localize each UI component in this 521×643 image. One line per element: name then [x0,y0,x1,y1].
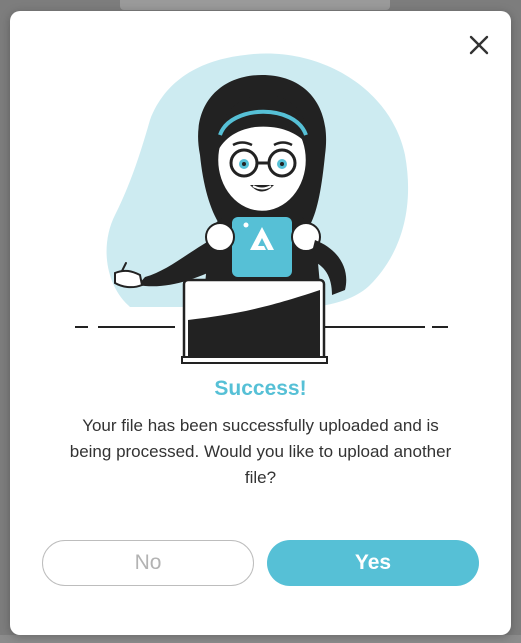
dialog-message: Your file has been successfully uploaded… [69,416,452,487]
close-button[interactable] [467,33,491,57]
dialog-title: Success! [214,377,307,400]
success-illustration [75,53,448,364]
yes-button[interactable]: Yes [267,540,479,586]
no-button[interactable]: No [42,540,254,586]
background-footer-fragment [0,635,521,643]
laptop-icon [181,278,328,364]
close-icon [469,35,489,55]
background-header-fragment [120,0,390,10]
success-dialog: Success! Your file has been successfully… [10,11,511,635]
